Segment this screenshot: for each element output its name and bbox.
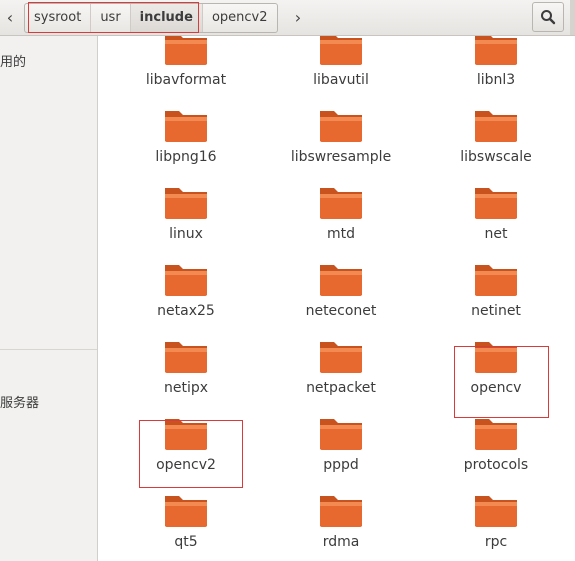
folder-icon: [165, 419, 207, 450]
folder-name: protocols: [463, 457, 529, 473]
folder-item[interactable]: net: [421, 182, 571, 242]
folder-name: netpacket: [306, 380, 376, 396]
folder-item[interactable]: netax25: [111, 259, 261, 319]
folder-icon: [320, 496, 362, 527]
sidebar: 用的 服务器: [0, 36, 98, 561]
sidebar-item-label[interactable]: 用的: [0, 51, 26, 70]
folder-name: libnl3: [476, 72, 516, 88]
folder-name: rdma: [322, 534, 360, 550]
folder-item[interactable]: libswscale: [421, 105, 571, 165]
forward-button[interactable]: ›: [288, 3, 308, 31]
folder-icon: [320, 36, 362, 65]
folder-name: opencv2: [156, 457, 216, 473]
folder-name: libpng16: [155, 149, 217, 165]
folder-icon: [475, 188, 517, 219]
folder-icon: [165, 342, 207, 373]
folder-item[interactable]: libavformat: [111, 36, 261, 88]
folder-icon: [475, 111, 517, 142]
search-button[interactable]: [532, 2, 564, 32]
sidebar-item-label[interactable]: 服务器: [0, 392, 39, 411]
folder-name: opencv: [470, 380, 522, 396]
folder-icon: [475, 419, 517, 450]
folder-name: libswresample: [290, 149, 392, 165]
folder-name: netipx: [163, 380, 209, 396]
folder-icon: [475, 36, 517, 65]
file-grid: libavformat libavutil libnl3 libpng16 libswr…: [98, 36, 575, 561]
folder-item[interactable]: mtd: [266, 182, 416, 242]
folder-item[interactable]: libavutil: [266, 36, 416, 88]
folder-name: libswscale: [460, 149, 532, 165]
search-icon: [541, 10, 556, 25]
folder-item[interactable]: libnl3: [421, 36, 571, 88]
folder-item[interactable]: rpc: [421, 490, 571, 550]
folder-icon: [475, 342, 517, 373]
folder-item[interactable]: protocols: [421, 413, 571, 473]
folder-name: rpc: [484, 534, 508, 550]
folder-item[interactable]: qt5: [111, 490, 261, 550]
folder-item[interactable]: netipx: [111, 336, 261, 396]
topbar-edge: [570, 0, 575, 35]
folder-name: mtd: [326, 226, 355, 242]
folder-name: qt5: [174, 534, 198, 550]
folder-item[interactable]: opencv: [421, 336, 571, 396]
folder-icon: [320, 111, 362, 142]
folder-icon: [165, 265, 207, 296]
path-bar: ‹ sysroot usr include opencv2 ›: [0, 0, 575, 36]
folder-item[interactable]: opencv2: [111, 413, 261, 473]
folder-icon: [165, 111, 207, 142]
folder-icon: [320, 419, 362, 450]
folder-name: netinet: [471, 303, 521, 319]
back-button[interactable]: ‹: [0, 3, 20, 31]
folder-item[interactable]: netpacket: [266, 336, 416, 396]
folder-name: netax25: [157, 303, 215, 319]
folder-icon: [320, 188, 362, 219]
folder-icon: [165, 36, 207, 65]
folder-icon: [165, 496, 207, 527]
folder-name: libavutil: [313, 72, 369, 88]
folder-icon: [165, 188, 207, 219]
folder-name: libavformat: [145, 72, 227, 88]
breadcrumb: sysroot usr include opencv2: [24, 3, 278, 33]
folder-name: linux: [169, 226, 203, 242]
folder-item[interactable]: pppd: [266, 413, 416, 473]
folder-item[interactable]: libpng16: [111, 105, 261, 165]
folder-item[interactable]: linux: [111, 182, 261, 242]
breadcrumb-item-usr[interactable]: usr: [91, 4, 131, 32]
folder-item[interactable]: netinet: [421, 259, 571, 319]
folder-icon: [475, 496, 517, 527]
folder-item[interactable]: libswresample: [266, 105, 416, 165]
chevron-left-icon: ‹: [6, 7, 14, 27]
chevron-right-icon: ›: [294, 7, 302, 27]
breadcrumb-item-opencv2[interactable]: opencv2: [203, 4, 277, 32]
folder-item[interactable]: neteconet: [266, 259, 416, 319]
breadcrumb-item-sysroot[interactable]: sysroot: [25, 4, 92, 32]
folder-icon: [320, 265, 362, 296]
folder-name: neteconet: [305, 303, 377, 319]
folder-name: net: [484, 226, 508, 242]
folder-name: pppd: [323, 457, 359, 473]
folder-icon: [475, 265, 517, 296]
breadcrumb-item-include[interactable]: include: [130, 4, 203, 32]
folder-icon: [320, 342, 362, 373]
sidebar-divider: [0, 349, 97, 350]
folder-item[interactable]: rdma: [266, 490, 416, 550]
